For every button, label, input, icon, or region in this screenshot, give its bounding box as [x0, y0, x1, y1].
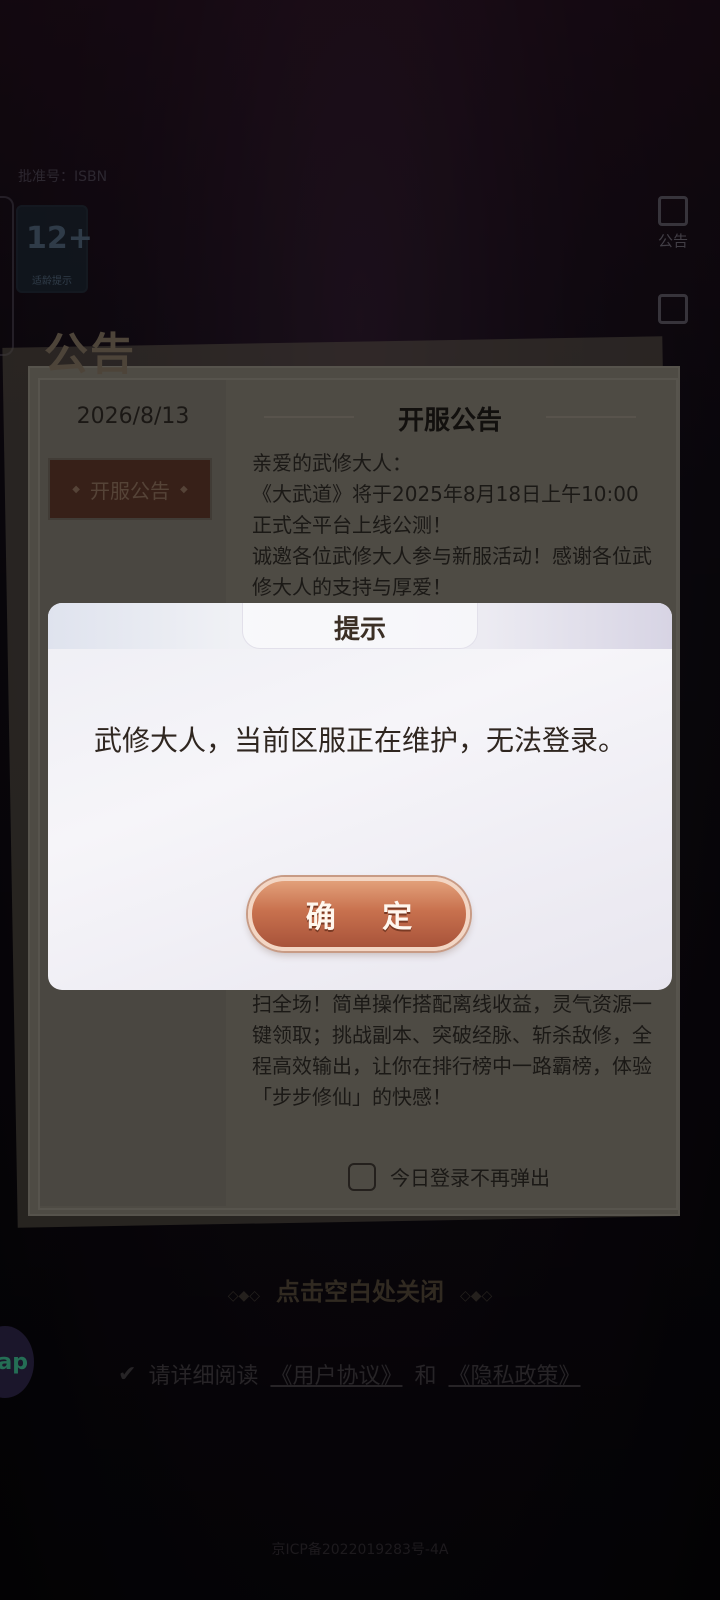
confirm-button-label: 确 定	[305, 900, 431, 935]
dialog-title: 提示	[333, 615, 386, 645]
dialog-message: 武修大人，当前区服正在维护，无法登录。	[93, 724, 626, 757]
confirm-button[interactable]: 确 定	[248, 877, 470, 951]
maintenance-dialog: 提示 武修大人，当前区服正在维护，无法登录。 确 定	[48, 603, 672, 990]
